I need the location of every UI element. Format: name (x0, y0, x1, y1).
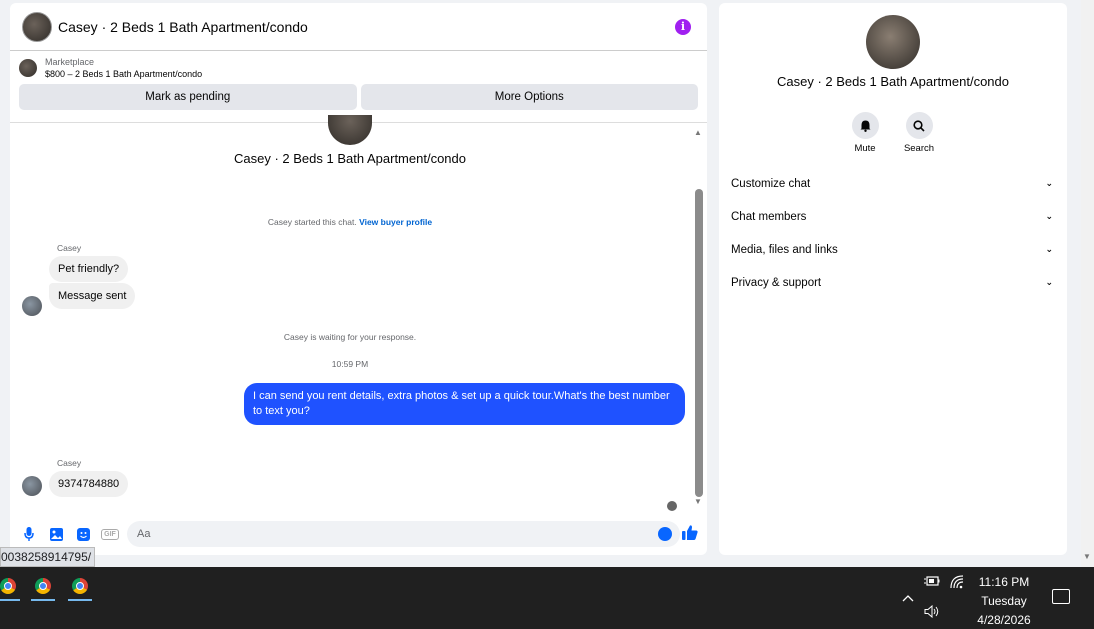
photo-icon[interactable] (47, 525, 65, 543)
wifi-icon[interactable] (950, 575, 964, 592)
message-timestamp: 10:59 PM (331, 359, 369, 369)
search-button[interactable]: Search (899, 112, 939, 154)
mark-as-pending-button[interactable]: Mark as pending (19, 84, 357, 110)
url-status-tooltip: 0038258914795/ (0, 547, 95, 567)
marketplace-label: Marketplace (45, 57, 95, 67)
gif-icon[interactable]: GIF (101, 525, 119, 543)
chat-header: Casey · 2 Beds 1 Bath Apartment/condo i (10, 3, 707, 51)
sticker-icon[interactable] (74, 525, 92, 543)
emoji-icon[interactable] (658, 527, 672, 541)
clock-date: 4/28/2026 (977, 613, 1031, 627)
scroll-up-arrow[interactable]: ▲ (694, 128, 702, 137)
profile-avatar[interactable] (866, 15, 920, 69)
more-options-button[interactable]: More Options (360, 84, 698, 110)
chevron-down-icon: ⌄ (1045, 244, 1053, 254)
thumbs-up-icon[interactable] (682, 524, 698, 544)
page-scroll-down-arrow[interactable]: ▼ (1083, 552, 1091, 561)
mute-button[interactable]: Mute (845, 112, 885, 154)
chevron-down-icon: ⌄ (1045, 277, 1053, 287)
message-bubble[interactable]: Pet friendly? (49, 256, 129, 282)
search-label: Search (903, 143, 935, 154)
message-list: Casey · 2 Beds 1 Bath Apartment/condo Ca… (10, 115, 707, 513)
thread-avatar (328, 115, 372, 145)
search-icon (905, 112, 933, 139)
message-input[interactable]: Aa (127, 521, 680, 547)
chevron-up-icon[interactable] (902, 591, 914, 605)
listing-thumbnail[interactable] (19, 59, 37, 77)
chevron-down-icon: ⌄ (1045, 211, 1053, 221)
details-title: Casey · 2 Beds 1 Bath Apartment/condo (777, 74, 1009, 89)
chrome-icon (35, 578, 51, 594)
chat-panel: Casey · 2 Beds 1 Bath Apartment/condo i … (10, 3, 707, 555)
microphone-icon[interactable] (20, 525, 38, 543)
marketplace-bar: Marketplace $800 – 2 Beds 1 Bath Apartme… (10, 51, 707, 123)
chat-details-panel: Casey · 2 Beds 1 Bath Apartment/condo Mu… (719, 3, 1067, 555)
waiting-notice: Casey is waiting for your response. (283, 332, 417, 342)
outgoing-message-bubble[interactable]: I can send you rent details, extra photo… (244, 383, 685, 425)
sender-name: Casey (57, 243, 82, 253)
bell-icon (851, 112, 879, 139)
message-input-placeholder: Aa (137, 528, 151, 540)
page-scrollbar[interactable] (1081, 0, 1094, 567)
chrome-taskbar-app[interactable] (66, 573, 94, 601)
privacy-support-item[interactable]: Privacy & support ⌄ (731, 277, 1053, 289)
chevron-down-icon: ⌄ (1045, 178, 1053, 188)
clock-day: Tuesday (981, 594, 1027, 608)
scroll-down-arrow[interactable]: ▼ (694, 497, 702, 506)
customize-chat-item[interactable]: Customize chat ⌄ (731, 178, 1053, 190)
battery-icon[interactable] (924, 575, 940, 590)
notification-center-icon[interactable] (1052, 589, 1070, 604)
contact-avatar[interactable] (22, 11, 52, 42)
sender-avatar[interactable] (22, 476, 42, 496)
taskbar: 11:16 PM Tuesday 4/28/2026 (0, 567, 1094, 629)
media-files-links-item[interactable]: Media, files and links ⌄ (731, 244, 1053, 256)
sender-name: Casey (57, 458, 82, 468)
view-buyer-profile-link[interactable]: View buyer profile (359, 217, 432, 227)
read-receipt-avatar (667, 501, 677, 511)
message-composer: GIF Aa (10, 519, 707, 549)
speaker-icon[interactable] (924, 604, 940, 621)
message-bubble[interactable]: Message sent (49, 283, 136, 309)
sender-avatar[interactable] (22, 296, 42, 316)
listing-title[interactable]: $800 – 2 Beds 1 Bath Apartment/condo (45, 69, 202, 79)
chat-members-item[interactable]: Chat members ⌄ (731, 211, 1053, 223)
clock-time: 11:16 PM (978, 575, 1030, 589)
chat-started-notice: Casey started this chat. View buyer prof… (267, 217, 433, 227)
info-icon[interactable]: i (675, 18, 691, 35)
chrome-taskbar-app[interactable] (0, 573, 22, 601)
chat-scrollbar[interactable] (695, 189, 703, 497)
chrome-icon (0, 578, 16, 594)
system-clock[interactable]: 11:16 PM Tuesday 4/28/2026 (970, 573, 1038, 629)
chrome-taskbar-app[interactable] (29, 573, 57, 601)
chat-title[interactable]: Casey · 2 Beds 1 Bath Apartment/condo (58, 19, 675, 35)
chrome-icon (72, 578, 88, 594)
message-bubble[interactable]: 9374784880 (49, 471, 129, 497)
thread-title: Casey · 2 Beds 1 Bath Apartment/condo (234, 151, 466, 166)
mute-label: Mute (854, 143, 876, 154)
